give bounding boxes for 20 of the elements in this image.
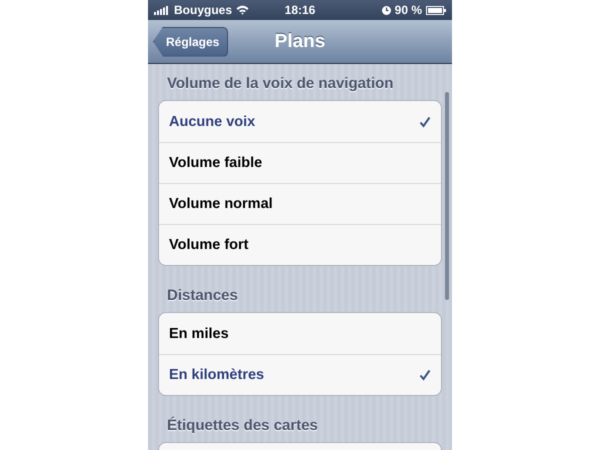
option-row[interactable]: En miles xyxy=(159,313,441,354)
nav-title: Plans xyxy=(274,30,326,52)
battery-percent: 90 % xyxy=(394,3,422,17)
option-label: Volume fort xyxy=(169,237,248,253)
option-label: Volume normal xyxy=(169,196,273,212)
back-button[interactable]: Réglages xyxy=(153,26,228,56)
section-header: Distances xyxy=(166,286,239,306)
carrier-name: Bouygues xyxy=(174,3,232,17)
option-row[interactable]: Volume fort xyxy=(159,224,441,265)
option-row[interactable]: Aucune voix xyxy=(159,101,441,142)
option-label: En miles xyxy=(169,326,229,342)
section-header: Volume de la voix de navigation xyxy=(166,74,394,94)
option-label: Volume faible xyxy=(169,155,262,171)
option-label: Aucune voix xyxy=(169,114,256,130)
section-header: Étiquettes des cartes xyxy=(166,416,319,436)
option-label: En kilomètres xyxy=(169,367,264,383)
option-row[interactable]: En kilomètres xyxy=(159,354,441,395)
option-row[interactable]: Volume faible xyxy=(159,142,441,183)
option-row[interactable]: Volume normal xyxy=(159,183,441,224)
status-time: 18:16 xyxy=(284,3,316,17)
